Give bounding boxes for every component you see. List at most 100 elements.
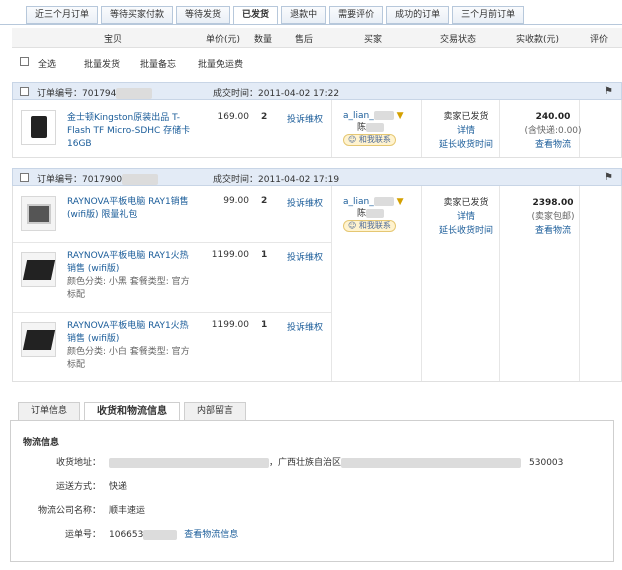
tab-await-shipping[interactable]: 等待发货 — [176, 6, 231, 24]
order-checkbox[interactable] — [20, 87, 29, 96]
view-logistics-link[interactable]: 查看物流 — [509, 224, 597, 238]
detail-link[interactable]: 详情 — [423, 124, 509, 138]
col-buyer: 买家 — [364, 35, 383, 45]
tab-recent-3-months[interactable]: 近三个月订单 — [26, 6, 99, 24]
contact-me-button[interactable]: ☺ 和我联系 — [343, 134, 396, 146]
complaint-link[interactable]: 投诉维权 — [287, 196, 323, 209]
method-label: 运送方式： — [55, 482, 101, 492]
col-review: 评价 — [590, 35, 609, 45]
total-amount: 2398.00 — [532, 198, 574, 208]
complaint-link[interactable]: 投诉维权 — [287, 320, 323, 333]
view-logistics-link[interactable]: 查看物流 — [509, 138, 597, 152]
complaint-link[interactable]: 投诉维权 — [287, 112, 323, 125]
trade-status: 卖家已发货 详情 延长收货时间 — [423, 110, 509, 152]
tab-await-payment[interactable]: 等待买家付款 — [101, 6, 174, 24]
buyer-info: a_lian_ ▼ 陈 ☺ 和我联系 — [343, 196, 404, 232]
product-title[interactable]: RAYNOVA平板电脑 RAY1火热销售 (wifi版) — [67, 320, 195, 346]
method-value: 快递 — [109, 482, 128, 492]
waybill-value: 106653 查看物流信息 — [109, 527, 238, 540]
contact-label: 和我联系 — [358, 221, 391, 230]
col-unit-price: 单价(元) — [206, 35, 241, 45]
batch-note-button[interactable]: 批量备忘 — [140, 57, 176, 70]
buyer-name: 陈 — [357, 209, 367, 219]
shipping-note: (含快递:0.00) — [524, 126, 582, 136]
order-detail-panel: 订单信息 收货和物流信息 内部留言 物流信息 收货地址： ，广西壮族自治区 530… — [10, 402, 614, 562]
col-item: 宝贝 — [104, 35, 123, 45]
tab-internal-notes[interactable]: 内部留言 — [184, 402, 247, 421]
buyer-info: a_lian_ ▼ 陈 ☺ 和我联系 — [343, 110, 404, 146]
address-region: ，广西壮族自治区 — [269, 458, 342, 468]
company-row: 物流公司名称： 顺丰速运 — [11, 499, 601, 519]
redacted-blur — [366, 209, 385, 218]
contact-label: 和我联系 — [358, 135, 391, 144]
redacted-blur — [116, 88, 153, 99]
col-after-sale: 售后 — [295, 35, 314, 45]
redacted-blur — [373, 111, 394, 120]
waybill-row: 运单号： 106653 查看物流信息 — [11, 523, 601, 543]
tab-need-review[interactable]: 需要评价 — [329, 6, 384, 24]
method-row: 运送方式： 快递 — [11, 475, 601, 495]
address-label: 收货地址： — [55, 458, 101, 468]
track-logistics-link[interactable]: 查看物流信息 — [184, 530, 238, 540]
status-text: 卖家已发货 — [443, 198, 489, 208]
product-title[interactable]: RAYNOVA平板电脑 RAY1销售 (wifi版) 限量礼包 — [67, 196, 195, 222]
trade-status: 卖家已发货 详情 延长收货时间 — [423, 196, 509, 238]
tab-shipped[interactable]: 已发货 — [233, 6, 279, 25]
detail-tabs: 订单信息 收货和物流信息 内部留言 — [18, 402, 250, 421]
logistics-section-title: 物流信息 — [23, 438, 60, 448]
product-thumbnail[interactable] — [21, 110, 56, 145]
product-thumbnail[interactable] — [21, 196, 56, 231]
product-attributes: 颜色分类: 小白 套餐类型: 官方标配 — [67, 347, 190, 370]
redacted-blur — [143, 529, 178, 540]
status-text: 卖家已发货 — [443, 112, 489, 122]
extend-receipt-link[interactable]: 延长收货时间 — [423, 224, 509, 238]
filter-icon[interactable]: ▼ — [397, 111, 404, 121]
product-title[interactable]: RAYNOVA平板电脑 RAY1火热销售 (wifi版) — [67, 250, 195, 276]
select-all-label[interactable]: 全选 — [38, 57, 56, 70]
product-thumbnail[interactable] — [21, 252, 56, 287]
order-checkbox[interactable] — [20, 173, 29, 182]
sd-card-image — [31, 116, 47, 138]
tab-shipping-logistics[interactable]: 收货和物流信息 — [84, 402, 181, 421]
batch-free-ship-button[interactable]: 批量免运费 — [198, 57, 243, 70]
total-amount: 240.00 — [535, 112, 571, 122]
order-time-label: 成交时间： — [213, 89, 259, 99]
select-all-checkbox[interactable] — [20, 57, 29, 66]
order-tabs: 近三个月订单 等待买家付款 等待发货 已发货 退款中 需要评价 成功的订单 三个… — [26, 6, 527, 25]
order-time-value: 2011-04-02 17:22 — [258, 89, 340, 99]
order-body: RAYNOVA平板电脑 RAY1销售 (wifi版) 限量礼包 99.00 2 … — [12, 186, 622, 382]
shipping-note: (卖家包邮) — [531, 212, 575, 222]
flag-icon[interactable]: ⚑ — [604, 86, 613, 97]
buyer-id[interactable]: a_lian_ — [343, 111, 374, 121]
buyer-id[interactable]: a_lian_ — [343, 197, 374, 207]
col-amount-received: 实收款(元) — [516, 35, 560, 45]
quantity: 1 — [261, 250, 268, 260]
contact-me-button[interactable]: ☺ 和我联系 — [343, 220, 396, 232]
tab-order-info[interactable]: 订单信息 — [18, 402, 81, 421]
tab-refunding[interactable]: 退款中 — [281, 6, 327, 24]
product-attributes: 颜色分类: 小黑 套餐类型: 官方标配 — [67, 277, 190, 300]
product-thumbnail[interactable] — [21, 322, 56, 357]
company-label: 物流公司名称： — [37, 506, 101, 516]
batch-ship-button[interactable]: 批量发货 — [84, 57, 120, 70]
order-number-label: 订单编号： — [37, 175, 83, 185]
unit-price: 1199.00 — [211, 320, 249, 330]
order-body: 金士顿Kingston原装出品 T-Flash TF Micro-SDHC 存储… — [12, 100, 622, 158]
order-number: 订单编号：7017900 — [37, 172, 159, 185]
redacted-blur — [366, 123, 385, 132]
detail-link[interactable]: 详情 — [423, 210, 509, 224]
flag-icon[interactable]: ⚑ — [604, 172, 613, 183]
redacted-blur — [373, 197, 394, 206]
order-time: 成交时间：2011-04-02 17:22 — [213, 86, 339, 99]
address-row: 收货地址： ，广西壮族自治区 530003 — [11, 451, 601, 471]
redacted-blur — [109, 457, 269, 468]
tab-older-than-3-months[interactable]: 三个月前订单 — [452, 6, 525, 24]
company-value: 顺丰速运 — [109, 506, 146, 516]
order-time: 成交时间：2011-04-02 17:19 — [213, 172, 339, 185]
redacted-blur — [122, 174, 159, 185]
product-title[interactable]: 金士顿Kingston原装出品 T-Flash TF Micro-SDHC 存储… — [67, 112, 195, 151]
tab-successful[interactable]: 成功的订单 — [386, 6, 450, 24]
extend-receipt-link[interactable]: 延长收货时间 — [423, 138, 509, 152]
complaint-link[interactable]: 投诉维权 — [287, 250, 323, 263]
filter-icon[interactable]: ▼ — [397, 197, 404, 207]
